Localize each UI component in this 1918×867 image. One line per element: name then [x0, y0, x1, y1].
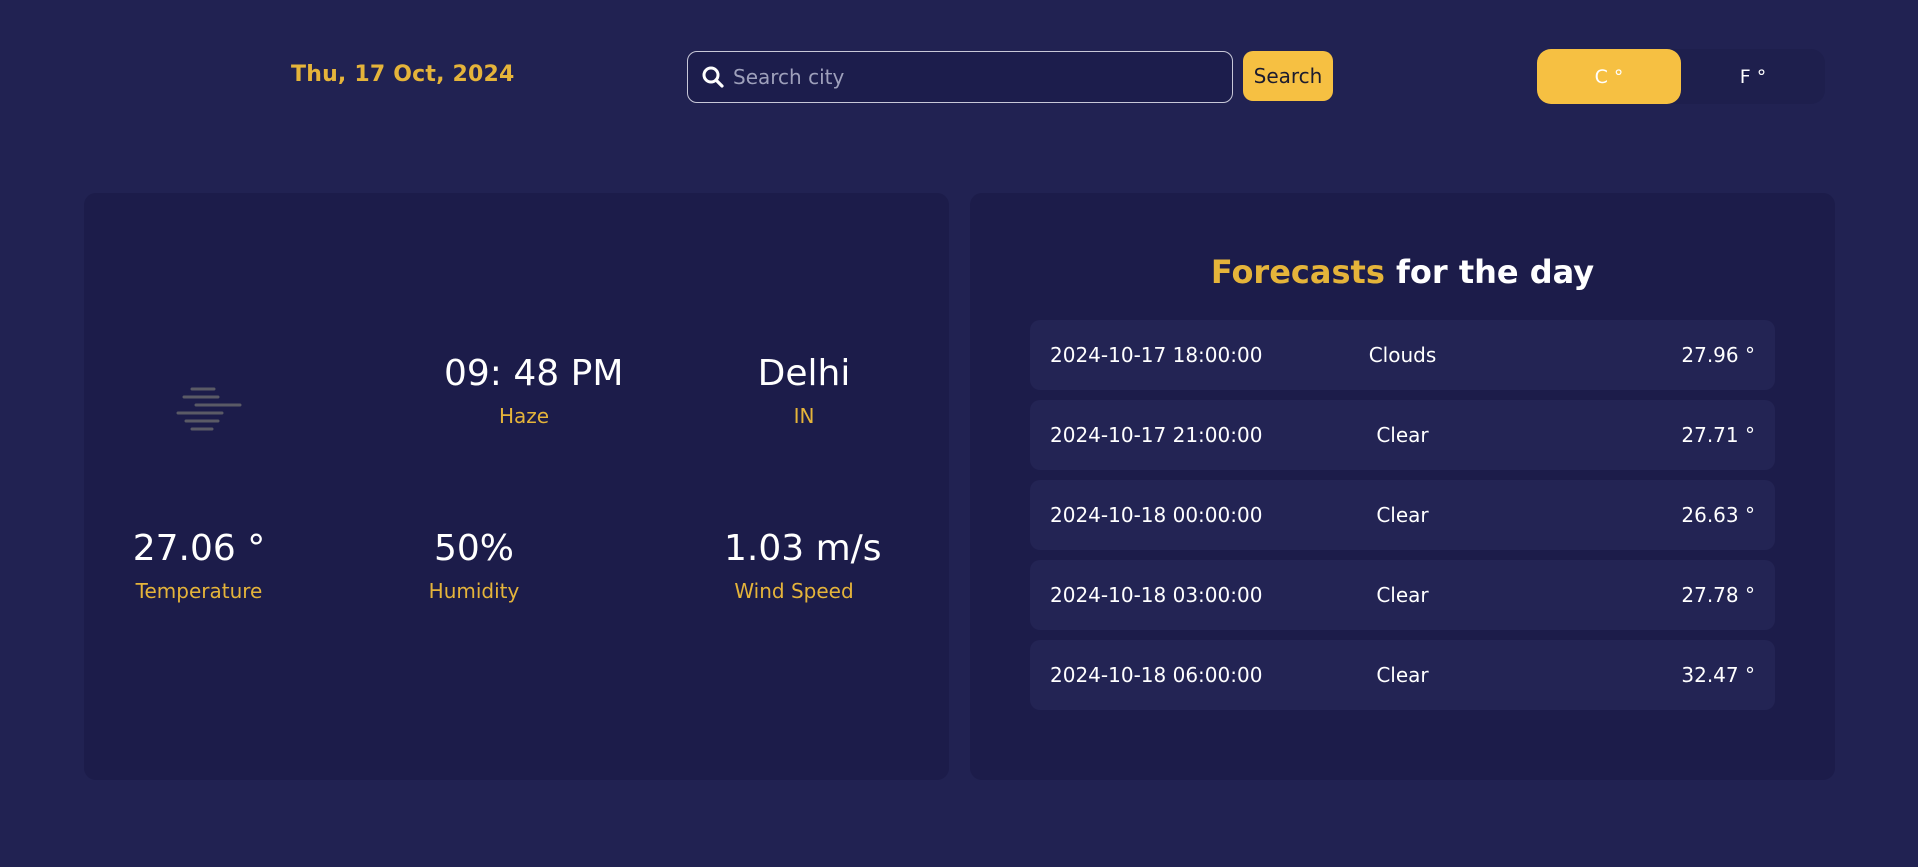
forecast-row: 2024-10-18 00:00:00 Clear 26.63 °	[1030, 480, 1775, 550]
forecast-condition: Clear	[1376, 423, 1429, 447]
forecast-temp: 32.47 °	[1681, 663, 1755, 687]
weather-app: Thu, 17 Oct, 2024 Search C ° F °	[0, 0, 1918, 867]
forecast-title-accent: Forecasts	[1210, 253, 1385, 291]
humidity-block: 50% Humidity	[424, 528, 524, 603]
humidity-label: Humidity	[428, 579, 520, 603]
forecast-condition: Clear	[1376, 663, 1429, 687]
fahrenheit-button[interactable]: F °	[1681, 49, 1825, 104]
wind-speed-label: Wind Speed	[734, 579, 854, 603]
search-icon	[701, 65, 725, 89]
forecast-temp: 27.71 °	[1681, 423, 1755, 447]
search-input[interactable]	[733, 52, 1232, 102]
forecast-condition: Clouds	[1368, 343, 1437, 367]
temperature-block: 27.06 ° Temperature	[124, 528, 274, 603]
wind-speed-value: 1.03 m/s	[724, 528, 882, 569]
haze-icon	[172, 383, 242, 431]
forecast-row: 2024-10-17 18:00:00 Clouds 27.96 °	[1030, 320, 1775, 390]
forecast-title-rest: for the day	[1384, 253, 1595, 291]
forecast-list: 2024-10-17 18:00:00 Clouds 27.96 ° 2024-…	[1030, 320, 1775, 720]
forecast-condition: Clear	[1376, 503, 1429, 527]
humidity-value: 50%	[433, 528, 514, 569]
forecast-row: 2024-10-17 21:00:00 Clear 27.71 °	[1030, 400, 1775, 470]
current-date: Thu, 17 Oct, 2024	[291, 62, 515, 87]
time-block: 09: 48 PM Haze	[444, 353, 624, 428]
forecast-temp: 27.96 °	[1681, 343, 1755, 367]
temperature-label: Temperature	[135, 579, 263, 603]
search-button[interactable]: Search	[1243, 51, 1333, 101]
current-time: 09: 48 PM	[444, 353, 624, 394]
forecast-row: 2024-10-18 03:00:00 Clear 27.78 °	[1030, 560, 1775, 630]
forecast-temp: 26.63 °	[1681, 503, 1755, 527]
forecast-condition: Clear	[1376, 583, 1429, 607]
current-weather-card: 09: 48 PM Haze Delhi IN 27.06 ° Temperat…	[84, 193, 949, 780]
forecast-card: Forecasts for the day 2024-10-17 18:00:0…	[970, 193, 1835, 780]
condition-label: Haze	[498, 404, 550, 428]
forecast-title: Forecasts for the day	[970, 253, 1835, 291]
forecast-row: 2024-10-18 06:00:00 Clear 32.47 °	[1030, 640, 1775, 710]
wind-block: 1.03 m/s Wind Speed	[724, 528, 882, 603]
location-block: Delhi IN	[754, 353, 854, 428]
city-name: Delhi	[757, 353, 851, 394]
temperature-value: 27.06 °	[132, 528, 266, 569]
search-box[interactable]	[687, 51, 1233, 103]
country-code: IN	[793, 404, 815, 428]
unit-toggle: C ° F °	[1537, 49, 1825, 104]
celsius-button[interactable]: C °	[1537, 49, 1681, 104]
forecast-temp: 27.78 °	[1681, 583, 1755, 607]
